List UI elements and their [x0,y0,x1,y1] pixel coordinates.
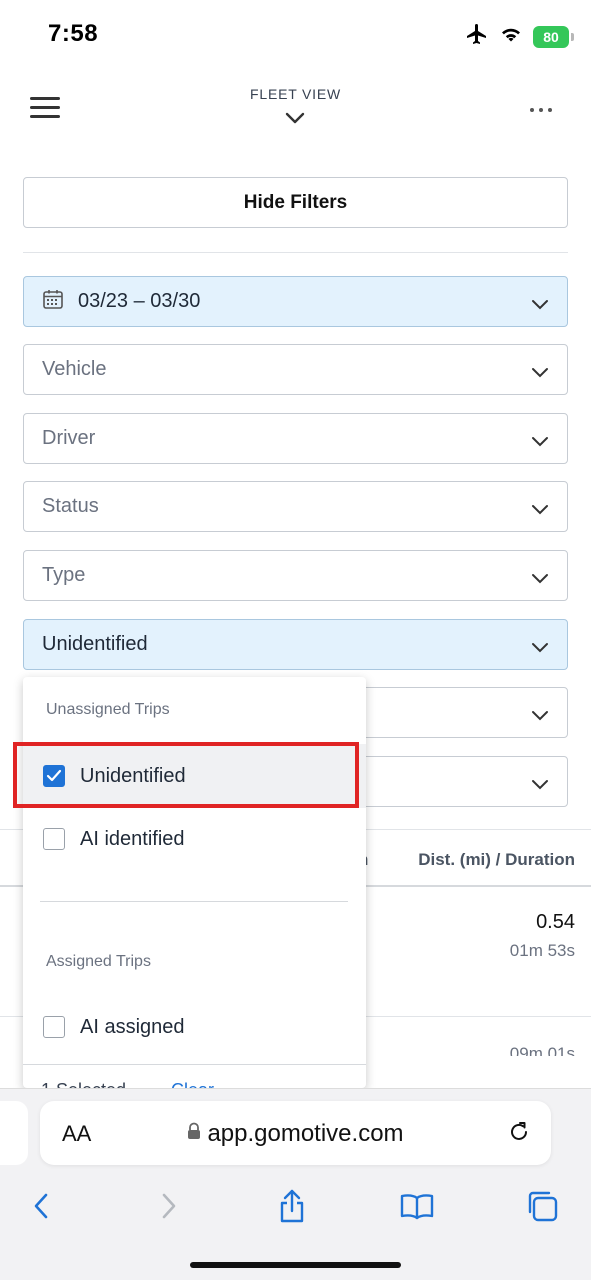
status-bar: 7:58 80 [0,0,591,70]
calendar-icon [42,288,64,316]
chevron-down-icon [531,431,549,454]
driver-filter-placeholder: Driver [42,427,96,449]
status-filter-placeholder: Status [42,495,99,517]
chevron-down-icon [531,705,549,728]
option-label: Unidentified [80,764,186,787]
url-display[interactable]: app.gomotive.com [40,1120,551,1148]
option-unidentified[interactable]: Unidentified [23,744,366,808]
forward-icon[interactable] [144,1181,194,1231]
share-icon[interactable] [267,1181,317,1231]
chevron-down-icon [531,362,549,385]
group-title-unassigned: Unassigned Trips [46,701,170,718]
date-range-filter[interactable]: 03/23 – 03/30 [23,276,568,327]
browser-nav-toolbar [0,1181,591,1231]
driver-filter[interactable]: Driver [23,413,568,464]
home-indicator [190,1262,401,1268]
popover-divider [40,901,348,902]
assignment-dropdown-menu: Unassigned Trips Unidentified AI identif… [23,677,366,1088]
app-header: FLEET VIEW [0,75,591,145]
hide-filters-button[interactable]: Hide Filters [23,177,568,228]
date-range-value: 03/23 – 03/30 [78,290,201,312]
trip-duration: 01m 53s [509,941,575,960]
more-options-icon[interactable] [529,101,553,113]
status-filter[interactable]: Status [23,481,568,532]
fleet-view-title[interactable]: FLEET VIEW [0,86,591,102]
trip-distance: 0.54 [536,911,575,933]
selected-count: 1 Selected [41,1080,126,1088]
vehicle-filter[interactable]: Vehicle [23,344,568,395]
address-bar[interactable]: AA app.gomotive.com [40,1101,551,1165]
checkbox-unchecked-icon[interactable] [43,1016,65,1038]
chevron-down-icon[interactable] [284,111,306,130]
table-column-header-dist-duration[interactable]: Dist. (mi) / Duration [418,850,575,870]
status-time: 7:58 [48,20,99,47]
assignment-filter-value: Unidentified [42,633,148,655]
option-ai-identified[interactable]: AI identified [23,807,366,871]
tabs-icon[interactable] [517,1181,567,1231]
bookmarks-icon[interactable] [392,1181,442,1231]
wifi-icon [499,24,523,49]
option-label: AI assigned [80,1015,185,1038]
airplane-mode-icon [465,22,489,51]
chevron-down-icon [531,499,549,522]
battery-icon: 80 [533,25,574,48]
option-label: AI identified [80,827,185,850]
back-icon[interactable] [16,1181,66,1231]
browser-toolbar: AA app.gomotive.com [0,1088,591,1280]
status-icons: 80 [465,22,574,51]
type-filter-placeholder: Type [42,564,86,586]
clear-selection-link[interactable]: Clear [171,1080,214,1088]
url-text: app.gomotive.com [207,1120,404,1147]
assignment-filter[interactable]: Unidentified [23,619,568,670]
trip-duration: 09m 01s [509,1044,575,1056]
checkbox-unchecked-icon[interactable] [43,828,65,850]
chevron-down-icon [531,774,549,797]
chevron-down-icon [531,568,549,591]
group-title-assigned: Assigned Trips [46,953,151,970]
checkbox-checked-icon[interactable] [43,765,65,787]
lock-icon [187,1119,201,1147]
reload-icon[interactable] [507,1119,531,1150]
previous-tab-peek[interactable] [0,1101,28,1165]
type-filter[interactable]: Type [23,550,568,601]
chevron-down-icon [531,294,549,317]
chevron-down-icon [531,637,549,660]
option-ai-assigned[interactable]: AI assigned [23,995,366,1059]
divider [23,252,568,253]
vehicle-filter-placeholder: Vehicle [42,358,107,380]
popover-footer-divider [23,1064,366,1065]
